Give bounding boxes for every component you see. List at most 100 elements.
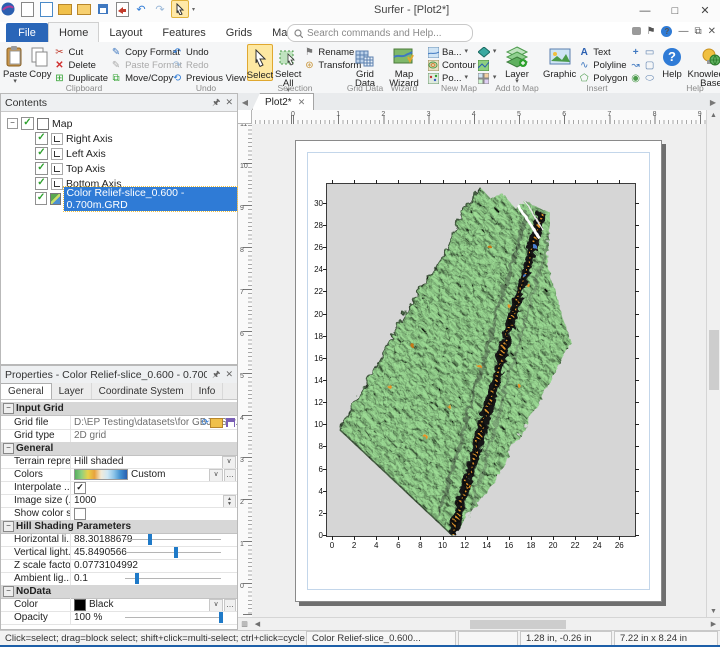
dropdown-icon[interactable]: ∨ [209,599,223,611]
horizontal-scroll-thumb[interactable] [470,620,566,629]
colormap-swatch[interactable] [74,469,128,480]
cut-button[interactable]: ✂Cut [53,46,108,58]
dropdown-icon[interactable]: ∨ [222,456,236,468]
redo-button[interactable]: ↷Redo [171,59,246,71]
maximize-button[interactable]: □ [660,0,690,21]
new-document-icon[interactable] [19,1,35,17]
feedback-icon[interactable] [632,27,641,35]
tab-split-icon[interactable]: ▥ [238,620,251,628]
section-nodata[interactable]: −NoData [1,585,237,599]
map-wizard-button[interactable]: Map Wizard [387,44,421,88]
slider-track[interactable] [125,578,221,579]
doc-minimize-icon[interactable]: — [678,26,688,37]
right-axis-checkbox[interactable]: ✓ [35,132,48,145]
save-icon[interactable] [95,1,111,17]
qat-dropdown-icon[interactable]: ▾ [192,6,195,13]
slider-track[interactable] [125,617,221,618]
insert-point-button[interactable]: + [630,46,642,58]
horizontal-scrollbar[interactable]: ▥ ◀ ▶ [238,617,720,630]
ellipsis-button[interactable]: … [224,469,236,481]
close-button[interactable]: ✕ [690,0,720,21]
left-axis-checkbox[interactable]: ✓ [35,147,48,160]
ruler-h[interactable]: 012345678910 [252,110,706,125]
spinner-control[interactable]: ▲▼ [223,495,236,507]
vertical-scroll-thumb[interactable] [709,330,719,390]
color-swatch[interactable] [74,599,86,611]
section-input-grid[interactable]: −Input Grid [1,402,237,416]
paste-button[interactable]: Paste▾ [3,44,27,85]
flag-icon[interactable]: ⚑ [647,26,656,37]
copy-button[interactable]: Copy [29,44,51,79]
plot-page[interactable]: 0246810121416182022242602468101214161820… [295,140,662,602]
save-grid-icon[interactable] [226,418,235,427]
grid-data-button[interactable]: Grid Data [349,44,381,88]
export-icon[interactable] [114,1,130,17]
section-general[interactable]: −General [1,442,237,456]
expander-icon[interactable]: − [7,118,18,129]
undo-icon[interactable]: ↶ [133,1,149,17]
graphic-button[interactable]: Graphic [543,44,576,79]
minimize-button[interactable]: — [630,0,660,21]
tree-item-map[interactable]: − ✓ Map [7,116,72,131]
new-worksheet-icon[interactable] [38,1,54,17]
tab-grids[interactable]: Grids [216,23,262,42]
section-hill-shading[interactable]: −Hill Shading Parameters [1,520,237,534]
doc-close-icon[interactable]: ✕ [708,26,716,37]
tab-layout[interactable]: Layout [99,23,152,42]
slider-track[interactable] [125,552,221,553]
slider-thumb[interactable] [135,573,139,584]
pin-icon[interactable]: 🖈 [212,367,220,383]
tab-scroll-left-icon[interactable]: ◀ [238,94,252,110]
document-tab-plot2[interactable]: Plot2*✕ [252,93,314,110]
scroll-right-icon[interactable]: ▶ [707,620,720,628]
knowledge-base-button[interactable]: Knowledge Base [689,44,720,88]
undo-button[interactable]: ↶Undo [171,46,246,58]
insert-text-button[interactable]: AText [578,46,627,58]
scroll-up-icon[interactable]: ▲ [707,112,720,119]
help-button[interactable]: ? Help [657,44,687,79]
tree-item-right-axis[interactable]: ✓ Right Axis [35,131,113,146]
tab-file[interactable]: File [6,23,48,42]
bottom-axis-checkbox[interactable]: ✓ [35,177,48,190]
prop-tab-general[interactable]: General [1,383,52,399]
new-base-map-button[interactable]: Ba...▾ [427,46,476,58]
slider-thumb[interactable] [219,612,223,623]
select-tool-icon[interactable] [171,0,189,18]
app-logo-icon[interactable] [0,1,16,17]
import-icon[interactable] [76,1,92,17]
scroll-down-icon[interactable]: ▼ [707,608,720,615]
doc-restore-icon[interactable]: ⧉ [694,26,701,37]
top-axis-checkbox[interactable]: ✓ [35,162,48,175]
new-contour-map-button[interactable]: Contour [427,59,476,71]
plot-canvas[interactable]: 0246810121416182022242602468101214161820… [252,124,706,617]
insert-polyline-button[interactable]: ∿Polyline [578,59,627,71]
open-file-icon[interactable] [57,1,73,17]
tree-item-color-relief[interactable]: ✓ Color Relief-slice_0.600 - 0.700m.GRD [35,191,237,206]
slider-thumb[interactable] [174,547,178,558]
vertical-scrollbar[interactable]: ▲ ▼ [706,110,720,617]
close-panel-icon[interactable]: ✕ [225,97,233,108]
help-circle-icon[interactable]: ? [661,26,672,37]
slider-track[interactable] [125,539,221,540]
prop-tab-coordinate-system[interactable]: Coordinate System [92,383,192,399]
insert-spline-button[interactable]: ↝ [630,59,642,71]
scroll-left-icon[interactable]: ◀ [251,620,264,628]
close-panel-icon[interactable]: ✕ [225,369,233,380]
tab-features[interactable]: Features [152,23,215,42]
ellipsis-button[interactable]: … [224,599,236,611]
map-checkbox[interactable]: ✓ [21,117,34,130]
delete-button[interactable]: ✕Delete [53,59,108,71]
tab-home[interactable]: Home [48,22,99,42]
grid-info-icon[interactable]: ⟳ [201,417,209,428]
tab-close-icon[interactable]: ✕ [298,97,306,108]
map-frame[interactable]: 0246810121416182022242602468101214161820… [326,183,636,537]
interpolate-checkbox[interactable]: ✓ [74,482,86,494]
search-box[interactable]: Search commands and Help... [287,24,473,42]
slider-thumb[interactable] [148,534,152,545]
tab-scroll-right-icon[interactable]: ▶ [706,94,720,110]
tree-item-left-axis[interactable]: ✓ Left Axis [35,146,106,161]
prop-tab-info[interactable]: Info [192,383,224,399]
dropdown-icon[interactable]: ∨ [209,469,223,481]
layer-button[interactable]: Layer▾ [497,44,537,85]
show-color-scale-checkbox[interactable] [74,508,86,520]
